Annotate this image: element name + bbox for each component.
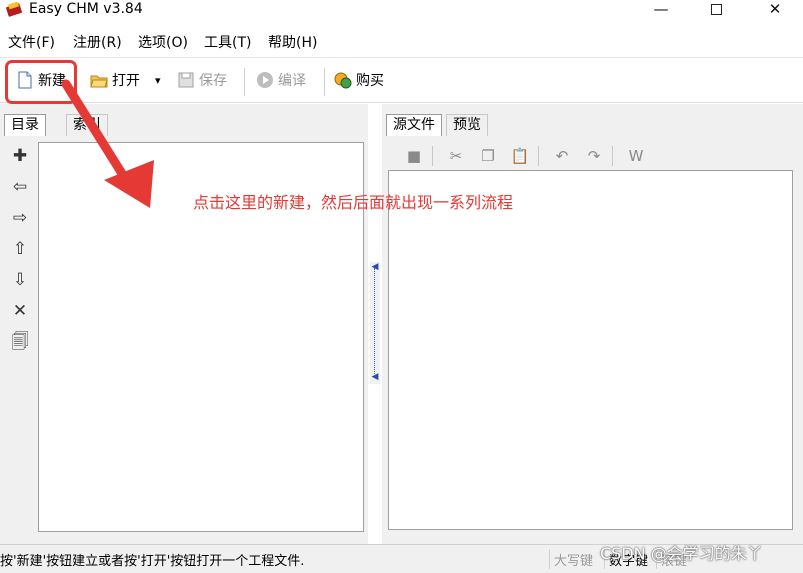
minimize-icon: —: [653, 0, 669, 18]
arrow-left-icon[interactable]: ⇦: [10, 177, 30, 197]
arrow-down-icon[interactable]: ⇩: [10, 270, 30, 290]
annotation-arrow-icon: [61, 79, 154, 208]
copy-icon[interactable]: ❐: [478, 146, 498, 166]
properties-icon[interactable]: 🗐: [10, 332, 30, 352]
compile-button-label: 编译: [278, 73, 306, 89]
panel-splitter[interactable]: ◀ ◀: [370, 262, 380, 384]
window-title: Easy CHM v3.84: [29, 1, 143, 17]
source-editor[interactable]: [388, 170, 793, 530]
contents-icon-bar: ✚ ⇦ ⇨ ⇧ ⇩ ✕ 🗐: [4, 142, 36, 404]
caps-lock-indicator: 大写键: [549, 550, 593, 569]
buy-coins-icon: [334, 72, 352, 89]
maximize-button[interactable]: [693, 0, 739, 20]
annotation-text: 点击这里的新建，然后后面就出现一系列流程: [193, 193, 514, 212]
menu-file[interactable]: 文件(F): [8, 32, 55, 52]
menu-tools[interactable]: 工具(T): [204, 32, 251, 52]
tab-contents[interactable]: 目录: [4, 114, 46, 136]
menu-help[interactable]: 帮助(H): [268, 32, 317, 52]
buy-button-label: 购买: [356, 73, 384, 89]
menu-bar: 文件(F) 注册(R) 选项(O) 工具(T) 帮助(H): [0, 30, 803, 52]
undo-icon[interactable]: ↶: [552, 146, 572, 166]
tab-source[interactable]: 源文件: [386, 114, 442, 136]
add-item-icon[interactable]: ✚: [10, 146, 30, 166]
collapse-right-icon[interactable]: ◀: [370, 372, 380, 382]
save-disk-icon: [178, 72, 194, 88]
menu-register[interactable]: 注册(R): [73, 32, 122, 52]
cut-icon[interactable]: ✂: [446, 146, 466, 166]
compile-button[interactable]: 编译: [256, 68, 306, 92]
editor-toolbar-separator: [432, 146, 433, 166]
compile-play-icon: [257, 72, 273, 88]
save-button-label: 保存: [199, 73, 227, 89]
editor-panel: 源文件 预览 ■ ✂ ❐ 📋 ↶ ↷ W: [382, 104, 803, 544]
arrow-up-icon[interactable]: ⇧: [10, 239, 30, 259]
toolbar-separator: [244, 68, 245, 96]
minimize-button[interactable]: —: [638, 0, 684, 20]
word-wrap-icon[interactable]: W: [626, 146, 646, 166]
editor-toolbar: ■ ✂ ❐ 📋 ↶ ↷ W: [390, 142, 790, 170]
arrow-right-icon[interactable]: ⇨: [10, 208, 30, 228]
save-button[interactable]: 保存: [177, 68, 227, 92]
toolbar-separator: [324, 68, 325, 96]
contents-panel: 目录 索引 ✚ ⇦ ⇨ ⇧ ⇩ ✕ 🗐: [0, 104, 368, 544]
status-message: 按'新建'按钮建立或者按'打开'按钮打开一个工程文件.: [0, 554, 305, 569]
close-icon: ✕: [768, 0, 782, 18]
editor-toolbar-separator: [612, 146, 613, 166]
splitter-grip: [374, 268, 376, 374]
tab-preview[interactable]: 预览: [446, 114, 488, 136]
app-logo-icon: [6, 2, 22, 17]
watermark: CSDN @会学习的朱丫: [600, 544, 763, 563]
maximize-icon: [710, 4, 722, 15]
buy-button[interactable]: 购买: [334, 68, 384, 92]
paste-icon[interactable]: 📋: [510, 146, 530, 166]
close-button[interactable]: ✕: [752, 0, 798, 20]
stop-icon[interactable]: ■: [404, 146, 424, 166]
menu-options[interactable]: 选项(O): [138, 32, 188, 52]
editor-toolbar-separator: [538, 146, 539, 166]
delete-icon[interactable]: ✕: [10, 301, 30, 321]
redo-icon[interactable]: ↷: [584, 146, 604, 166]
title-bar: Easy CHM v3.84 — ✕: [0, 0, 803, 24]
